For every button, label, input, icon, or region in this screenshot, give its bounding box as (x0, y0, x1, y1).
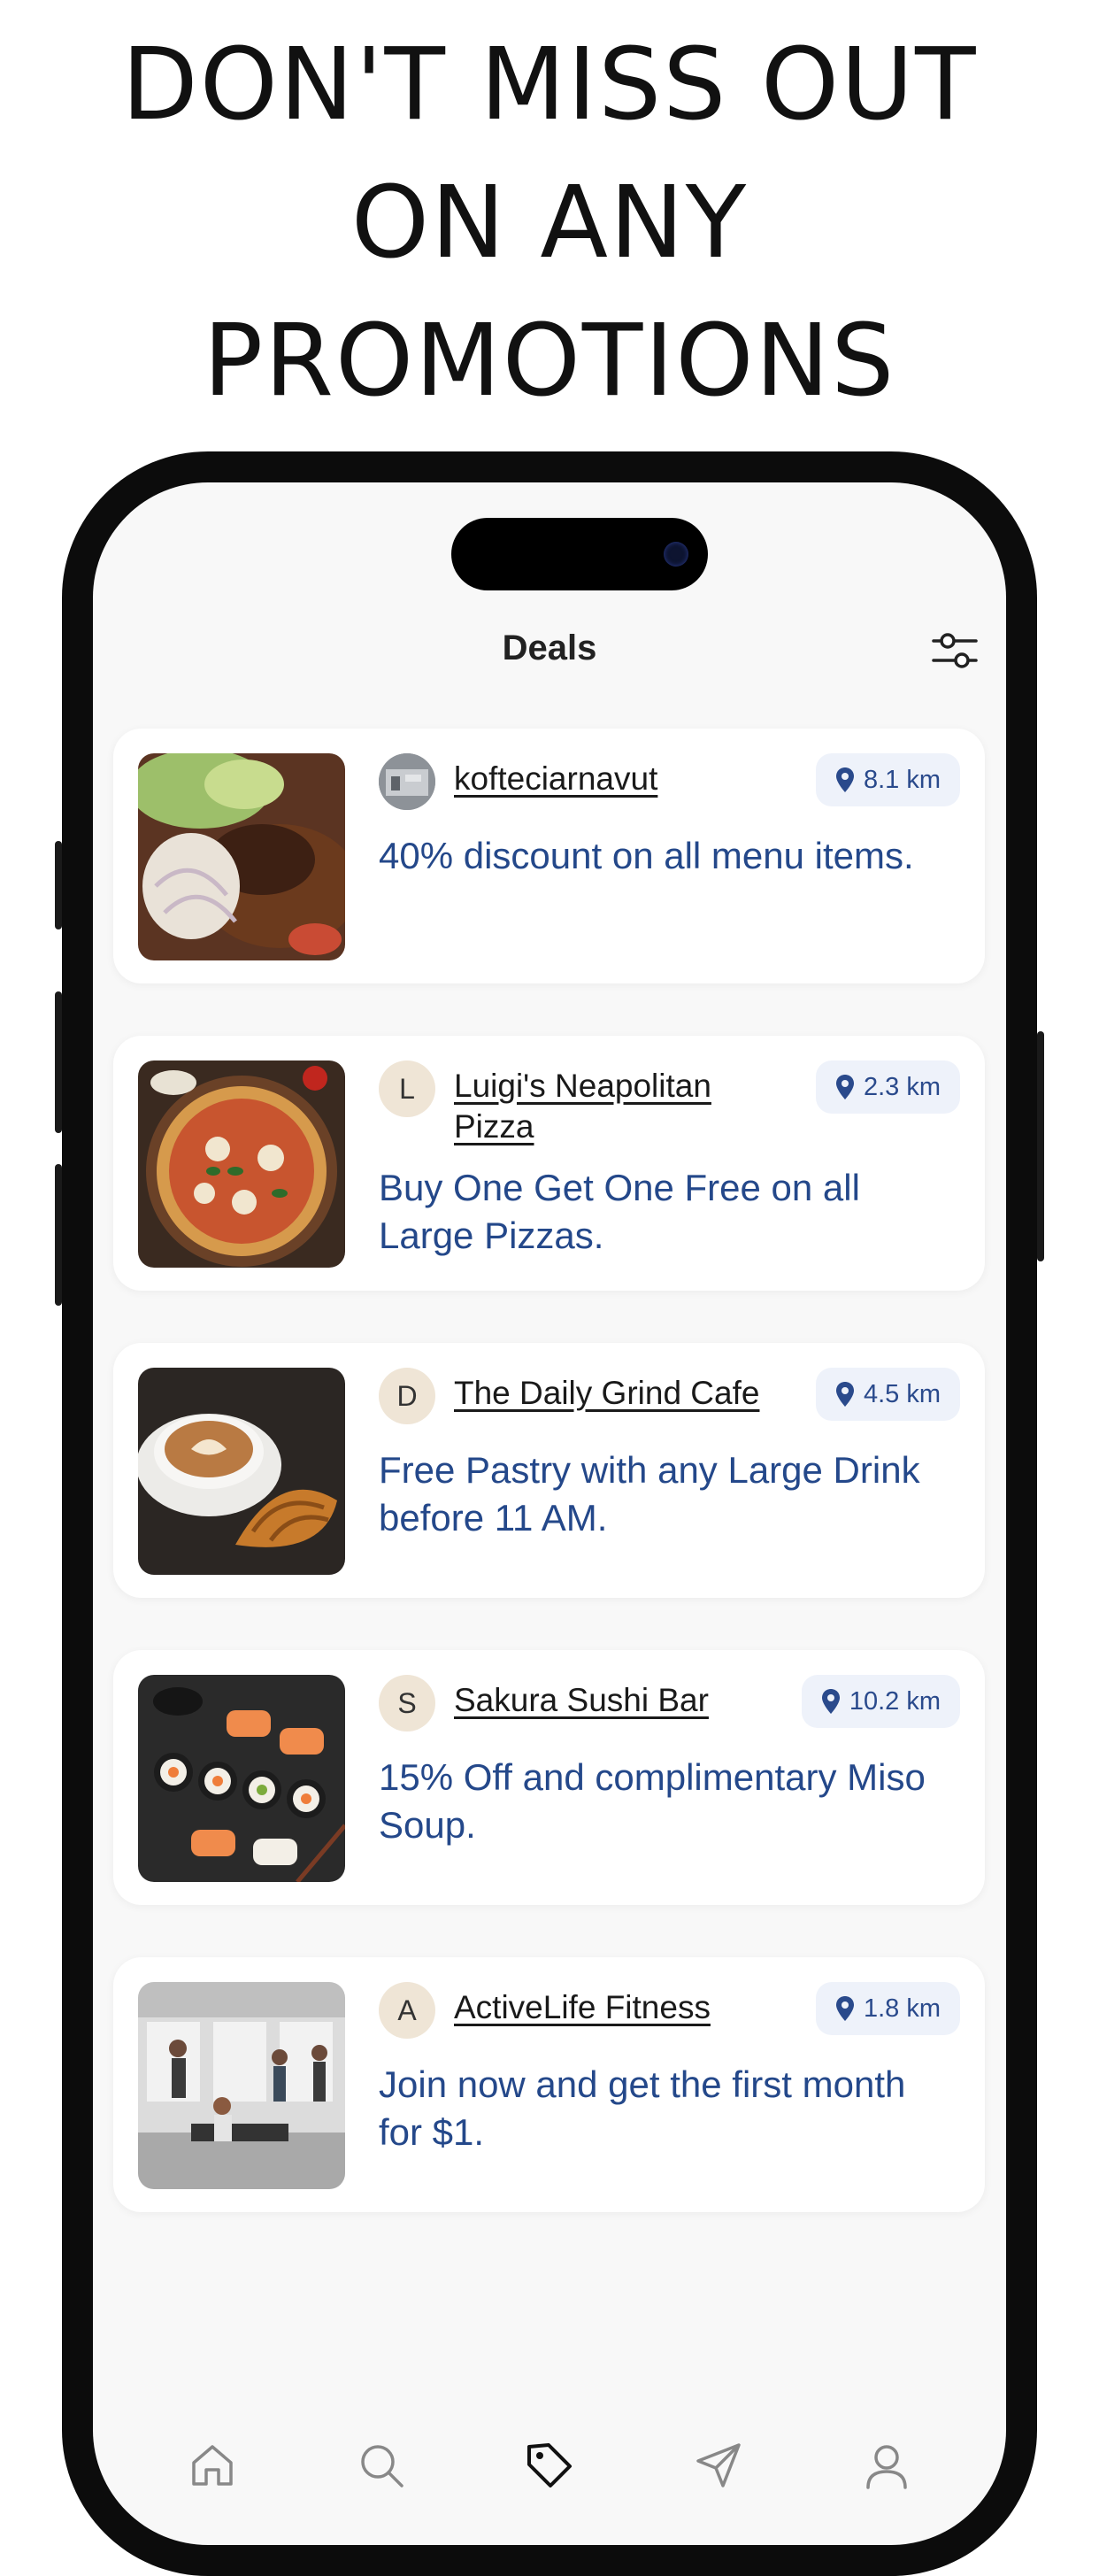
tab-deals[interactable] (496, 2412, 603, 2518)
page-title: Deals (502, 629, 597, 667)
tab-bar (93, 2412, 1006, 2527)
deal-card[interactable]: kofteciarnavut 8.1 km 40% discount on al… (113, 729, 985, 983)
tab-home[interactable] (159, 2412, 265, 2518)
distance-text: 1.8 km (863, 1994, 941, 2023)
deal-card[interactable]: D The Daily Grind Cafe 4.5 km Free Pastr… (113, 1343, 985, 1598)
business-name-link[interactable]: ActiveLife Fitness (454, 1987, 772, 2028)
business-avatar: D (379, 1368, 435, 1424)
headline-line-3: PROMOTIONS (203, 304, 896, 419)
distance-text: 2.3 km (863, 1072, 941, 1101)
app-screen: Deals kofteciarnavut 8.1 km 40% discount… (93, 482, 1006, 2545)
distance-badge: 10.2 km (801, 1675, 960, 1728)
deal-image (138, 753, 345, 960)
deal-image (138, 1060, 345, 1268)
deal-card[interactable]: A ActiveLife Fitness 1.8 km Join now and… (113, 1957, 985, 2212)
deal-card[interactable]: S Sakura Sushi Bar 10.2 km 15% Off and c… (113, 1650, 985, 1905)
location-pin-icon (835, 767, 855, 793)
location-pin-icon (835, 1381, 855, 1408)
phone-volume-up-button (55, 991, 62, 1133)
tab-search[interactable] (328, 2412, 434, 2518)
filter-sliders-icon[interactable] (930, 626, 980, 675)
distance-badge: 4.5 km (815, 1368, 960, 1421)
distance-badge: 1.8 km (815, 1982, 960, 2035)
deal-image (138, 1675, 345, 1882)
distance-text: 4.5 km (863, 1379, 941, 1408)
tab-messages[interactable] (665, 2412, 772, 2518)
deal-image (138, 1368, 345, 1575)
business-name-link[interactable]: Luigi's Neapolitan Pizza (454, 1066, 772, 1147)
phone-frame: Deals kofteciarnavut 8.1 km 40% discount… (55, 451, 1044, 2576)
deal-description: Join now and get the first month for $1. (379, 2063, 906, 2153)
distance-badge: 8.1 km (815, 753, 960, 806)
camera-icon (664, 542, 688, 567)
search-icon (360, 2445, 403, 2487)
phone-power-button (1037, 1031, 1044, 1261)
business-name-link[interactable]: The Daily Grind Cafe (454, 1373, 772, 1414)
location-pin-icon (835, 1074, 855, 1100)
promo-headline: DON'T MISS OUT ON ANY PROMOTIONS (0, 16, 1099, 430)
tag-icon (527, 2443, 572, 2487)
distance-badge: 2.3 km (815, 1060, 960, 1114)
business-avatar: S (379, 1675, 435, 1731)
location-pin-icon (835, 1995, 855, 2022)
deal-description: 40% discount on all menu items. (379, 835, 914, 876)
business-name-link[interactable]: Sakura Sushi Bar (454, 1680, 772, 1721)
business-avatar: L (379, 1060, 435, 1117)
phone-action-button (55, 841, 62, 929)
tab-profile[interactable] (834, 2412, 940, 2518)
send-icon (696, 2443, 741, 2487)
deal-description: Buy One Get One Free on all Large Pizzas… (379, 1167, 860, 1256)
profile-icon (866, 2445, 907, 2489)
deal-card[interactable]: L Luigi's Neapolitan Pizza 2.3 km Buy On… (113, 1036, 985, 1291)
distance-text: 8.1 km (863, 765, 941, 794)
dynamic-island (451, 518, 708, 590)
location-pin-icon (821, 1688, 841, 1715)
deal-description: Free Pastry with any Large Drink before … (379, 1449, 920, 1539)
home-icon (192, 2445, 233, 2486)
business-avatar: A (379, 1982, 435, 2039)
headline-line-1: DON'T MISS OUT (121, 27, 978, 143)
business-avatar (379, 753, 435, 810)
phone-volume-down-button (55, 1164, 62, 1306)
deal-image (138, 1982, 345, 2189)
business-name-link[interactable]: kofteciarnavut (454, 759, 772, 799)
deal-description: 15% Off and complimentary Miso Soup. (379, 1756, 926, 1846)
distance-text: 10.2 km (849, 1686, 941, 1716)
headline-line-2: ON ANY (350, 166, 749, 281)
